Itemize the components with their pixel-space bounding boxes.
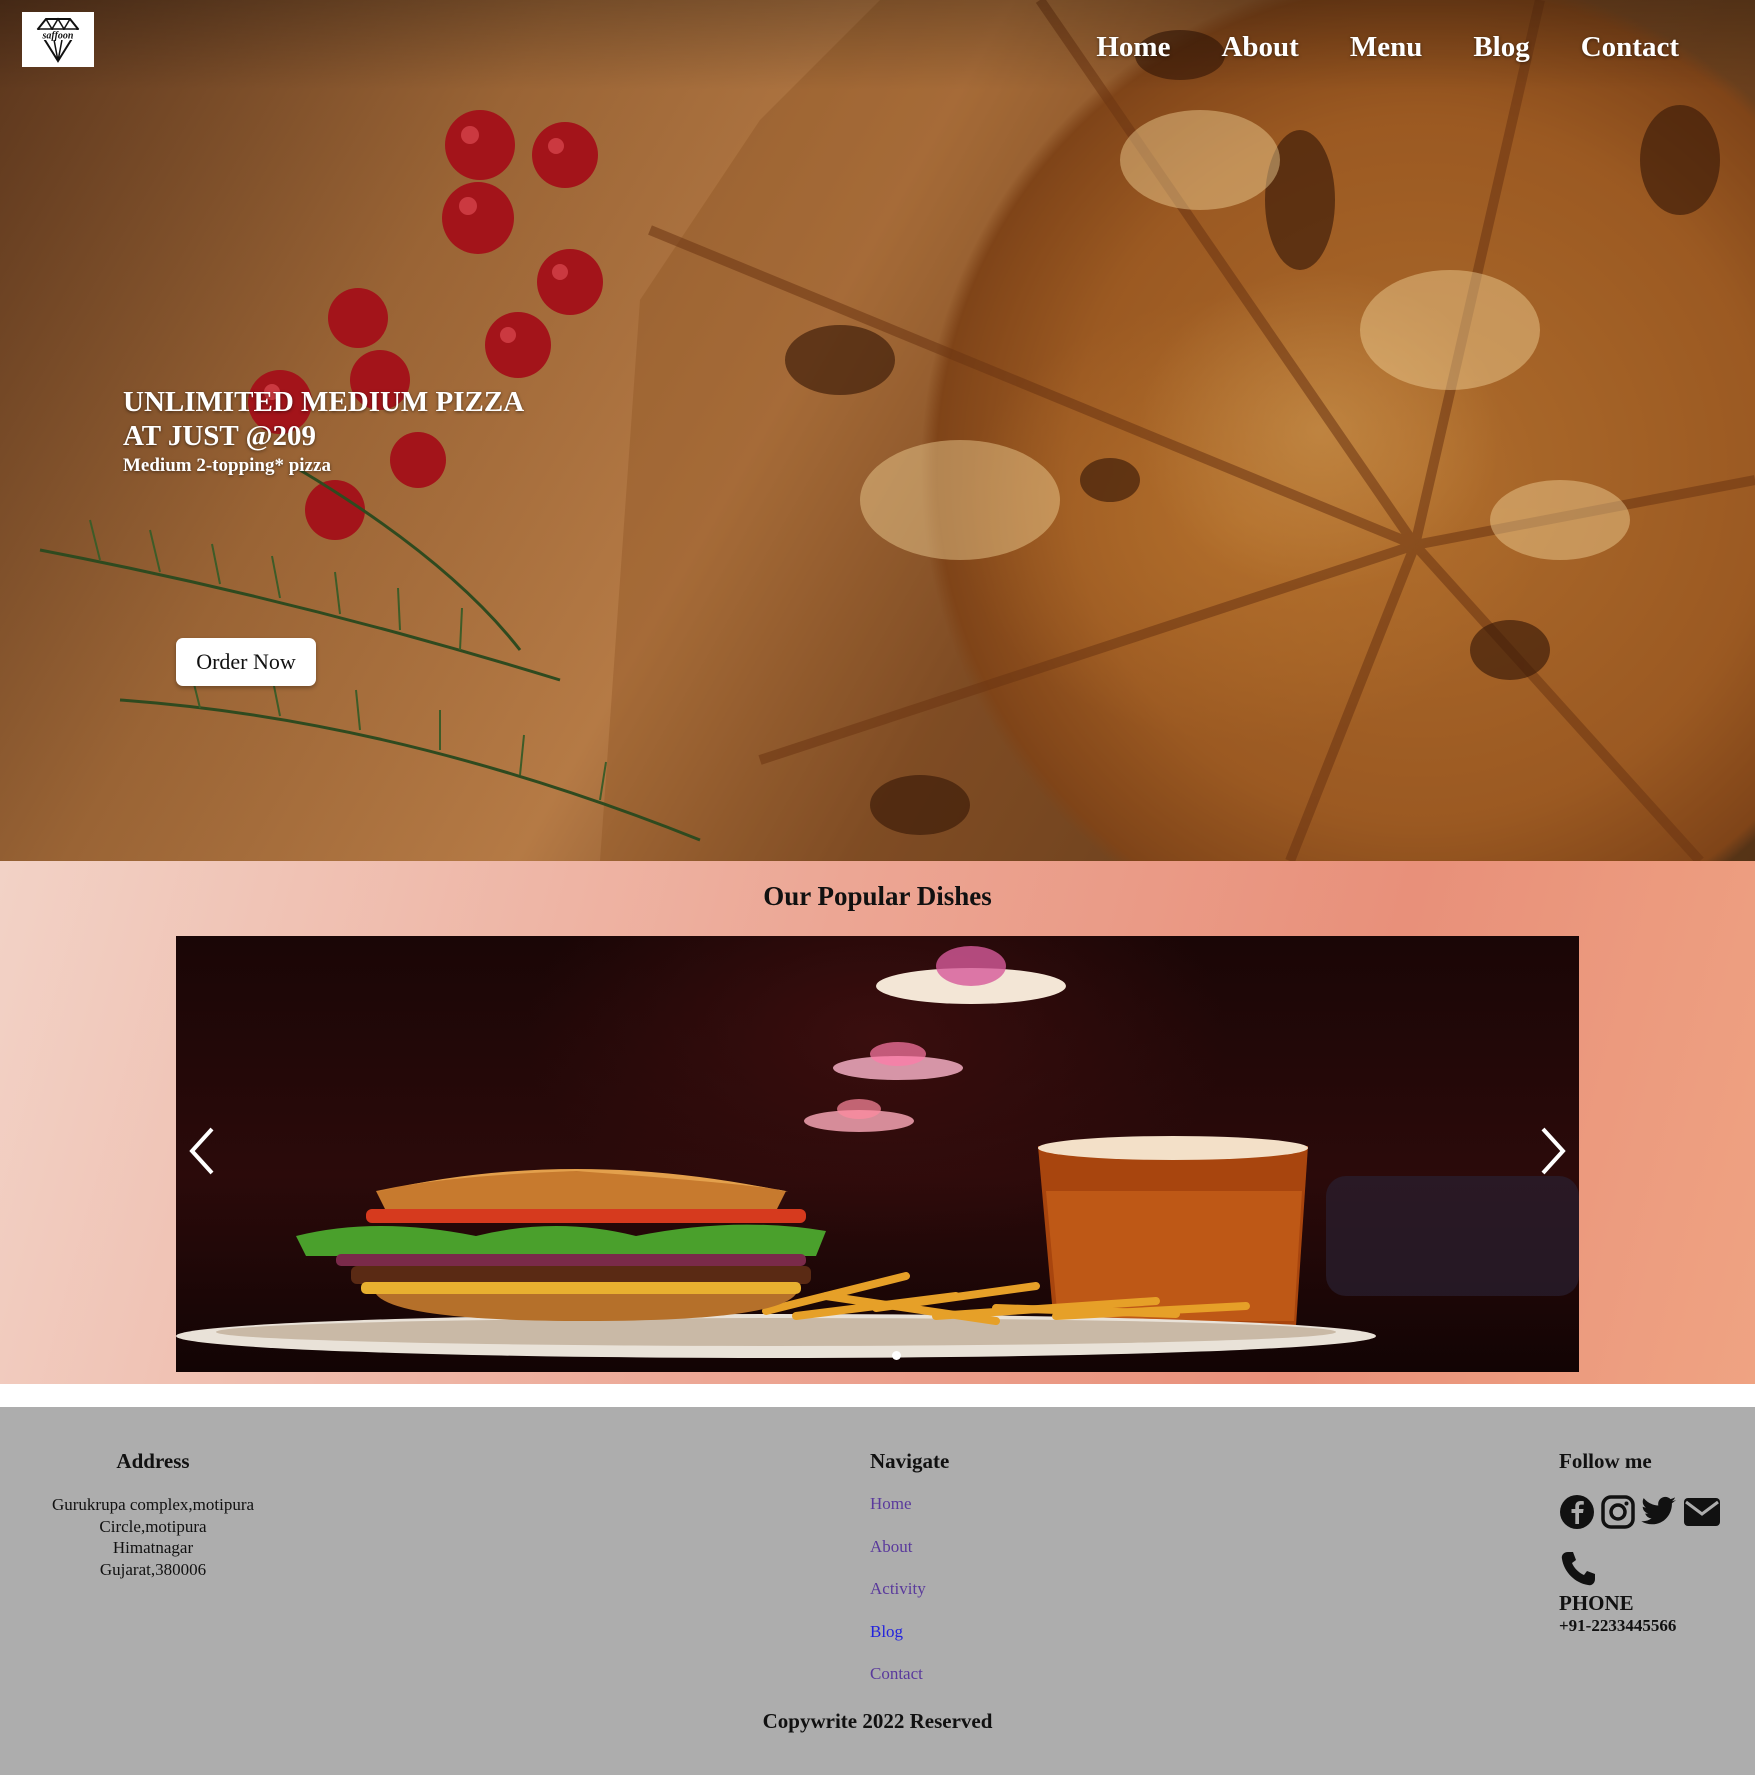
address-heading: Address bbox=[116, 1449, 190, 1473]
phone-label: PHONE bbox=[1559, 1591, 1634, 1615]
navigate-heading: Navigate bbox=[870, 1449, 950, 1473]
footer-link-about[interactable]: About bbox=[870, 1537, 949, 1580]
instagram-icon[interactable] bbox=[1601, 1495, 1635, 1529]
footer-address: Address Gurukrupa complex,motipura Circl… bbox=[43, 1449, 263, 1580]
promo-text: UNLIMITED MEDIUM PIZZA AT JUST @209 Medi… bbox=[123, 385, 524, 477]
burger-slide-image bbox=[176, 946, 1579, 1358]
phone-icon bbox=[1561, 1552, 1595, 1586]
address-line: Gurukrupa complex,motipura bbox=[51, 1495, 255, 1514]
address-line: Gujarat,380006 bbox=[99, 1559, 207, 1579]
footer-link-home[interactable]: Home bbox=[870, 1494, 949, 1537]
chevron-left-icon bbox=[189, 1127, 214, 1175]
popular-heading: Our Popular Dishes bbox=[763, 881, 992, 911]
nav-menu[interactable]: Menu bbox=[1350, 31, 1423, 64]
footer-follow: Follow me PHONE +91-2233445566 bbox=[1559, 1449, 1721, 1636]
footer-navigate: Navigate Home About Activity Blog Contac… bbox=[870, 1449, 949, 1707]
address-line: Himatnagar bbox=[112, 1538, 194, 1557]
phone-number: +91-2233445566 bbox=[1559, 1616, 1677, 1635]
footer-link-contact[interactable]: Contact bbox=[870, 1664, 949, 1707]
promo-title: UNLIMITED MEDIUM PIZZA AT JUST @209 bbox=[123, 385, 524, 453]
promo-subtitle: Medium 2-topping* pizza bbox=[123, 455, 331, 476]
main-nav: Home About Menu Blog Contact bbox=[1096, 31, 1679, 64]
copyright-text: Copywrite 2022 Reserved bbox=[762, 1709, 993, 1733]
hero-banner: saffoon Home About Menu Blog Contact UNL… bbox=[0, 0, 1755, 861]
follow-heading: Follow me bbox=[1559, 1449, 1652, 1473]
nav-about[interactable]: About bbox=[1221, 31, 1298, 64]
popular-dishes-section: Our Popular Dishes bbox=[0, 861, 1755, 1384]
chevron-right-icon bbox=[1541, 1127, 1566, 1175]
promo-title-line1: UNLIMITED MEDIUM PIZZA bbox=[123, 386, 525, 418]
order-now-button[interactable]: Order Now bbox=[176, 638, 316, 686]
twitter-icon[interactable] bbox=[1641, 1496, 1677, 1528]
logo-text: saffoon bbox=[42, 30, 74, 41]
footer-link-blog[interactable]: Blog bbox=[870, 1622, 949, 1665]
email-icon[interactable] bbox=[1683, 1497, 1721, 1527]
carousel-prev-button[interactable] bbox=[184, 1121, 224, 1181]
social-links bbox=[1559, 1494, 1721, 1530]
carousel-indicator-dot[interactable] bbox=[892, 1351, 901, 1360]
footer-link-activity[interactable]: Activity bbox=[870, 1579, 949, 1622]
address-line: Circle,motipura bbox=[99, 1516, 207, 1536]
diamond-logo-icon: saffoon bbox=[36, 17, 80, 63]
carousel-next-button[interactable] bbox=[1531, 1121, 1571, 1181]
facebook-icon[interactable] bbox=[1559, 1494, 1595, 1530]
site-footer: Address Gurukrupa complex,motipura Circl… bbox=[0, 1407, 1755, 1775]
site-logo[interactable]: saffoon bbox=[22, 12, 94, 67]
dishes-carousel[interactable] bbox=[176, 936, 1579, 1372]
nav-contact[interactable]: Contact bbox=[1581, 31, 1679, 64]
nav-home[interactable]: Home bbox=[1096, 31, 1170, 64]
promo-title-line2: AT JUST @209 bbox=[123, 420, 316, 452]
nav-blog[interactable]: Blog bbox=[1473, 31, 1529, 64]
